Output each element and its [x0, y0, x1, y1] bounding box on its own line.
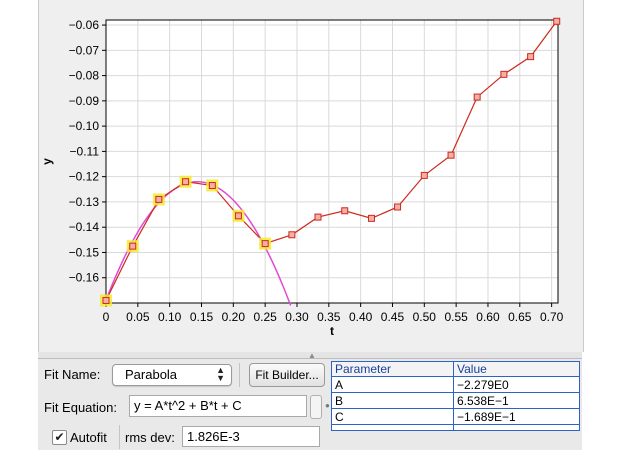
- y-tick-label: −0.10: [69, 119, 100, 133]
- parameter-table: Parameter Value A −2.279E0 B 6.538E−1 C …: [331, 361, 580, 431]
- scatter-plot[interactable]: 0 0.05 0.10 0.15 0.20 0.25 0.30 0.35 0.40 0.45 0.5…: [39, 0, 583, 352]
- y-tick-label: −0.09: [69, 94, 100, 108]
- rms-dev-label: rms dev:: [125, 430, 175, 445]
- x-axis-title: t: [330, 324, 334, 338]
- fit-name-value: Parabola: [125, 367, 178, 382]
- x-tick-label: 0.10: [158, 310, 182, 324]
- fit-name-select[interactable]: Parabola ▲ ▼: [112, 364, 232, 386]
- divider: [239, 363, 240, 387]
- autofit-label: Autofit: [70, 430, 107, 445]
- up-down-arrows-icon: ▲ ▼: [216, 365, 225, 383]
- y-axis-title: y: [40, 158, 54, 165]
- x-tick-label: 0.60: [476, 310, 500, 324]
- equation-scrollbar[interactable]: [310, 395, 322, 419]
- splitter-handle-icon[interactable]: ●: [325, 401, 330, 410]
- x-tick-label: 0.05: [126, 310, 150, 324]
- y-tick-label: −0.06: [69, 18, 100, 32]
- curve-fit-panel: Fit Name: Parabola ▲ ▼ Fit Builder... Fit…: [38, 358, 582, 450]
- data-point: [261, 240, 269, 248]
- y-tick-label: −0.13: [69, 195, 100, 209]
- data-point: [527, 53, 535, 61]
- data-point: [447, 151, 455, 159]
- data-point: [420, 171, 428, 179]
- fit-equation-field[interactable]: y = A*t^2 + B*t + C: [129, 395, 307, 417]
- data-point: [208, 182, 216, 190]
- param-name-cell[interactable]: B: [332, 393, 453, 409]
- data-point: [314, 213, 322, 221]
- x-tick-label: 0.65: [508, 310, 532, 324]
- data-point: [341, 207, 349, 215]
- y-tick-label: −0.14: [69, 220, 100, 234]
- x-tick-label: 0.30: [285, 310, 309, 324]
- data-point: [155, 195, 163, 203]
- param-value-cell[interactable]: 6.538E−1: [454, 393, 579, 409]
- x-tick-label: 0.40: [349, 310, 373, 324]
- fit-builder-button[interactable]: Fit Builder...: [249, 363, 325, 387]
- x-tick-label: 0.35: [317, 310, 341, 324]
- autofit-checkbox[interactable]: ✔: [52, 430, 67, 445]
- data-point: [367, 214, 375, 222]
- param-name-cell[interactable]: C: [332, 409, 453, 425]
- param-name-cell[interactable]: A: [332, 377, 453, 393]
- y-tick-label: −0.07: [69, 43, 100, 57]
- data-point: [473, 93, 481, 101]
- chart-panel: 0 0.05 0.10 0.15 0.20 0.25 0.30 0.35 0.40 0.45 0.5…: [38, 0, 584, 352]
- x-tick-label: 0.25: [253, 310, 277, 324]
- data-point: [102, 296, 110, 304]
- data-point: [288, 231, 296, 239]
- fit-name-label: Fit Name:: [44, 367, 101, 382]
- data-point: [234, 212, 242, 220]
- x-tick-label: 0.20: [222, 310, 246, 324]
- data-point: [553, 17, 561, 25]
- data-point: [500, 70, 508, 78]
- x-tick-label: 0.55: [444, 310, 468, 324]
- x-tick-label: 0.15: [190, 310, 214, 324]
- param-value-cell[interactable]: −1.689E−1: [454, 409, 579, 425]
- fit-equation-label: Fit Equation:: [44, 400, 117, 415]
- y-tick-label: −0.08: [69, 69, 100, 83]
- param-value-cell[interactable]: −2.279E0: [454, 377, 579, 393]
- y-tick-label: −0.11: [70, 144, 100, 158]
- data-point: [394, 203, 402, 211]
- divider: [119, 425, 120, 449]
- column-header-parameter[interactable]: Parameter: [332, 362, 453, 377]
- column-header-value[interactable]: Value: [454, 362, 579, 377]
- x-tick-label: 0.45: [381, 310, 405, 324]
- x-tick-label: 0: [103, 310, 110, 324]
- plot-area: [106, 20, 558, 303]
- y-tick-label: −0.12: [69, 170, 100, 184]
- x-tick-label: 0.50: [413, 310, 437, 324]
- x-tick-label: 0.70: [540, 310, 564, 324]
- rms-dev-field[interactable]: 1.826E-3: [182, 426, 320, 447]
- data-point: [182, 178, 190, 186]
- y-tick-label: −0.15: [69, 245, 100, 259]
- y-tick-label: −0.16: [69, 271, 100, 285]
- data-point: [129, 242, 137, 250]
